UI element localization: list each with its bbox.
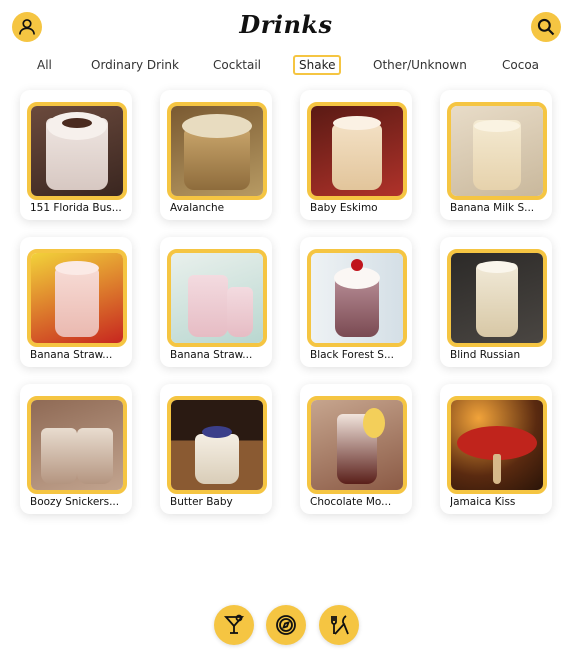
tab-shake[interactable]: Shake	[293, 55, 342, 75]
drink-thumbnail	[307, 249, 407, 347]
cocktail-glass-icon	[223, 614, 245, 634]
drink-card[interactable]: Banana Milk S...	[440, 90, 552, 220]
drink-name: Black Forest S...	[310, 349, 394, 361]
drink-card[interactable]: Banana Straw...	[20, 237, 132, 367]
search-button[interactable]	[531, 12, 561, 42]
bottom-navigation	[0, 605, 572, 645]
drink-thumbnail	[447, 396, 547, 494]
drink-card[interactable]: Avalanche	[160, 90, 272, 220]
drink-thumbnail	[167, 249, 267, 347]
tab-ordinary-drink[interactable]: Ordinary Drink	[86, 55, 184, 75]
drink-card[interactable]: Baby Eskimo	[300, 90, 412, 220]
drink-card[interactable]: 151 Florida Bus...	[20, 90, 132, 220]
tab-other-unknown[interactable]: Other/Unknown	[368, 55, 472, 75]
drink-card[interactable]: Banana Straw...	[160, 237, 272, 367]
drink-thumbnail	[307, 102, 407, 200]
search-icon	[537, 18, 555, 36]
drink-name: Blind Russian	[450, 349, 521, 361]
drink-card[interactable]: Black Forest S...	[300, 237, 412, 367]
drink-name: Baby Eskimo	[310, 202, 378, 214]
drink-name: Jamaica Kiss	[450, 496, 516, 508]
drink-card[interactable]: Butter Baby	[160, 384, 272, 514]
drink-card[interactable]: Boozy Snickers...	[20, 384, 132, 514]
drink-card[interactable]: Jamaica Kiss	[440, 384, 552, 514]
drink-name: Chocolate Mo...	[310, 496, 392, 508]
drink-thumbnail	[447, 249, 547, 347]
drink-thumbnail	[27, 249, 127, 347]
tab-all[interactable]: All	[32, 55, 57, 75]
drink-name: Banana Milk S...	[450, 202, 535, 214]
drink-card[interactable]: Blind Russian	[440, 237, 552, 367]
drink-name: Banana Straw...	[170, 349, 253, 361]
drink-thumbnail	[27, 102, 127, 200]
drink-name: Banana Straw...	[30, 349, 113, 361]
drink-thumbnail	[27, 396, 127, 494]
drink-name: Boozy Snickers...	[30, 496, 120, 508]
tab-cocoa[interactable]: Cocoa	[497, 55, 544, 75]
compass-icon	[276, 615, 296, 635]
drink-card[interactable]: Chocolate Mo...	[300, 384, 412, 514]
tab-cocktail[interactable]: Cocktail	[208, 55, 266, 75]
utensils-icon	[331, 615, 349, 635]
drink-thumbnail	[167, 102, 267, 200]
nav-explore-button[interactable]	[266, 605, 306, 645]
category-tabs: All Ordinary Drink Cocktail Shake Other/…	[0, 55, 572, 75]
nav-food-button[interactable]	[319, 605, 359, 645]
nav-drinks-button[interactable]	[214, 605, 254, 645]
drink-name: Butter Baby	[170, 496, 233, 508]
drink-thumbnail	[447, 102, 547, 200]
drink-thumbnail	[167, 396, 267, 494]
drink-name: Avalanche	[170, 202, 225, 214]
page-title: Drinks	[239, 10, 333, 39]
drink-thumbnail	[307, 396, 407, 494]
drink-name: 151 Florida Bus...	[30, 202, 122, 214]
